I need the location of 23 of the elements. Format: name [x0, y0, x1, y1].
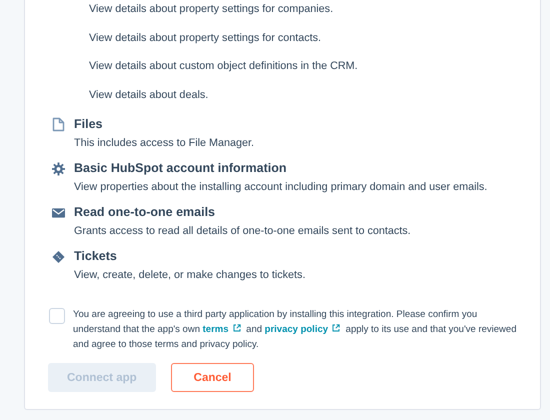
consent-text: You are agreeing to use a third party application by installing this integration. Please confirm you understand that the app's own terms and privacy policy apply to its use and that you've reviewed and agree to those terms and privacy policy.: [73, 308, 518, 352]
gear-icon: [52, 162, 65, 176]
cancel-button[interactable]: Cancel: [170, 363, 254, 392]
link[interactable]: privacy policy: [264, 324, 344, 335]
envelope-icon: [52, 208, 65, 218]
external-link-icon: [332, 324, 340, 332]
external-link-icon: [232, 324, 241, 332]
permission-title: Read one-to-one emails: [74, 204, 215, 221]
permission-title: Files: [74, 116, 102, 133]
permission-title: Basic HubSpot account information: [74, 160, 287, 177]
permission-description: View, create, delete, or make changes to tickets.: [74, 268, 306, 282]
ticket-icon: [52, 250, 65, 264]
permission-description: Grants access to read all details of one-to-one emails sent to contacts.: [74, 224, 412, 238]
file-icon: [52, 117, 65, 132]
consent-checkbox[interactable]: [49, 308, 65, 324]
permission-description: View properties about the installing account including primary domain and user emails.: [74, 180, 488, 194]
link[interactable]: terms: [202, 324, 244, 335]
scope-detail: View details about property settings for contacts.: [89, 30, 322, 46]
scope-detail: View details about deals.: [89, 88, 210, 102]
permission-description: This includes access to File Manager.: [74, 136, 256, 150]
scope-detail: View details about property settings for companies.: [89, 2, 334, 17]
permission-title: Tickets: [74, 248, 117, 265]
scope-detail: View details about custom object definitions in the CRM.: [89, 59, 359, 74]
